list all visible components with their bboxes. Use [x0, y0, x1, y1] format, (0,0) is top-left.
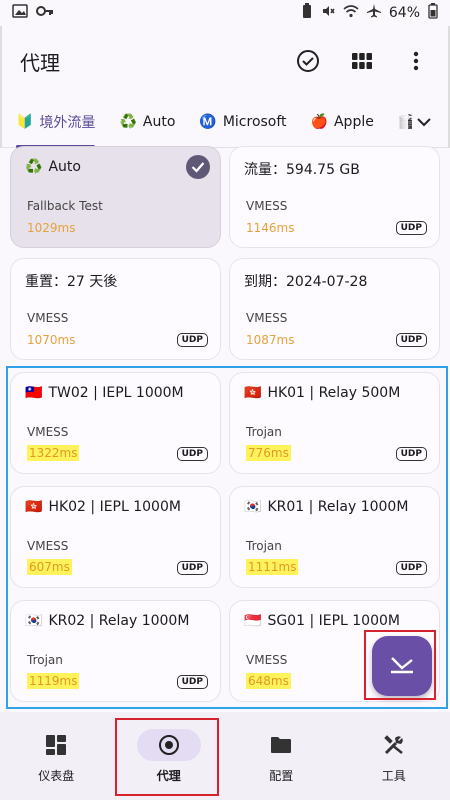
battery-icon — [428, 3, 438, 23]
udp-badge: UDP — [176, 675, 208, 689]
more-vert-icon[interactable] — [402, 47, 430, 75]
m-circle-icon: Ⓜ️ — [199, 113, 217, 130]
proxy-type: VMESS — [246, 199, 288, 213]
mute-icon — [321, 4, 335, 22]
latency-value: 1070ms — [27, 333, 76, 347]
latency-value: 607ms — [27, 559, 72, 575]
nav-proxy[interactable]: 代理 — [113, 712, 226, 800]
proxy-icon — [136, 728, 201, 761]
proxy-card-auto[interactable]: ♻️ Auto Fallback Test 1029ms — [10, 146, 221, 248]
airplane-icon — [366, 4, 381, 22]
proxy-name: 到期：2024-07-28 — [244, 274, 368, 290]
nav-profiles[interactable]: 配置 — [225, 712, 338, 800]
proxy-name: 流量：594.75 GB — [244, 162, 360, 178]
selected-check-icon — [186, 155, 210, 179]
app-bar: 代理 — [0, 26, 450, 96]
proxy-card[interactable]: 🇹🇼 TW02 | IEPL 1000M VMESS 1322ms UDP — [10, 372, 221, 474]
proxy-type: Fallback Test — [27, 199, 103, 213]
status-bar: 64% — [0, 0, 450, 26]
tab-auto[interactable]: ♻️ Auto — [119, 96, 175, 148]
tab-label: 境外流量 — [39, 114, 96, 131]
recycle-icon: ♻️ — [119, 113, 137, 130]
udp-badge: UDP — [395, 221, 427, 235]
nav-label: 代理 — [156, 768, 181, 783]
proxy-card[interactable]: 重置：27 天後 VMESS 1070ms UDP — [10, 258, 221, 360]
tab-apple[interactable]: 🍎 Apple — [311, 96, 374, 148]
grid-view-icon[interactable] — [348, 47, 376, 75]
tab-fade — [378, 96, 408, 148]
proxy-type: Trojan — [246, 425, 282, 439]
page-title: 代理 — [20, 50, 60, 75]
dashboard-icon — [24, 729, 88, 761]
latency-value: 776ms — [246, 445, 291, 461]
group-tabs: 🔰 境外流量 ♻️ Auto Ⓜ️ Microsoft 🍎 Apple 🎬 Y — [0, 96, 450, 148]
proxy-type: VMESS — [27, 311, 69, 325]
latency-value: 1029ms — [27, 221, 76, 235]
battery-percent: 64% — [388, 5, 420, 21]
nav-label: 配置 — [269, 768, 294, 783]
proxy-type: VMESS — [246, 653, 288, 667]
tab-overseas[interactable]: 🔰 境外流量 — [16, 96, 96, 148]
recycle-icon: ♻️ — [25, 159, 43, 175]
proxy-card[interactable]: 到期：2024-07-28 VMESS 1087ms UDP — [229, 258, 440, 360]
nav-tools[interactable]: 工具 — [338, 712, 450, 800]
proxy-type: Trojan — [27, 653, 63, 667]
folder-icon — [249, 729, 313, 761]
wifi-icon — [343, 4, 359, 22]
udp-badge: UDP — [395, 561, 427, 575]
proxy-name: KR02 | Relay 1000M — [48, 613, 190, 629]
proxy-name: HK02 | IEPL 1000M — [48, 499, 181, 515]
tab-label: Microsoft — [222, 113, 287, 130]
proxy-card[interactable]: 流量：594.75 GB VMESS 1146ms UDP — [229, 146, 440, 248]
beginner-icon: 🔰 — [16, 113, 34, 130]
tools-icon — [362, 729, 426, 761]
nav-dashboard[interactable]: 仪表盘 — [0, 712, 113, 800]
proxy-name: 重置：27 天後 — [25, 274, 118, 290]
udp-badge: UDP — [176, 447, 208, 461]
sg-flag-icon: 🇸🇬 — [244, 613, 262, 629]
proxy-type: Trojan — [246, 539, 282, 553]
proxy-name: SG01 | IEPL 1000M — [267, 613, 400, 629]
kr-flag-icon: 🇰🇷 — [244, 499, 262, 515]
battery-saver-icon — [301, 3, 313, 23]
key-icon — [36, 5, 54, 21]
apple-icon: 🍎 — [310, 113, 328, 130]
proxy-card[interactable]: 🇰🇷 KR02 | Relay 1000M Trojan 1119ms UDP — [10, 600, 221, 702]
udp-badge: UDP — [176, 333, 208, 347]
proxy-type: VMESS — [246, 311, 288, 325]
proxy-type: VMESS — [27, 425, 69, 439]
tw-flag-icon: 🇹🇼 — [25, 385, 43, 401]
latency-value: 1322ms — [27, 445, 80, 461]
nav-label: 工具 — [381, 768, 406, 783]
nav-label: 仪表盘 — [38, 768, 75, 783]
proxy-name: TW02 | IEPL 1000M — [48, 385, 184, 401]
tab-microsoft[interactable]: Ⓜ️ Microsoft — [199, 96, 286, 148]
proxy-type: VMESS — [27, 539, 69, 553]
image-icon — [12, 4, 28, 22]
udp-badge: UDP — [395, 333, 427, 347]
tab-label: Apple — [333, 113, 374, 130]
proxy-name: HK01 | Relay 500M — [267, 385, 401, 401]
latency-value: 1119ms — [27, 673, 80, 689]
speed-test-icon — [389, 654, 415, 678]
latency-value: 1087ms — [246, 333, 295, 347]
latency-value: 648ms — [246, 673, 291, 689]
tab-label: Auto — [142, 113, 176, 130]
proxy-name: Auto — [48, 159, 81, 175]
latency-value: 1111ms — [246, 559, 299, 575]
latency-value: 1146ms — [246, 221, 295, 235]
kr-flag-icon: 🇰🇷 — [25, 613, 43, 629]
proxy-card[interactable]: 🇰🇷 KR01 | Relay 1000M Trojan 1111ms UDP — [229, 486, 440, 588]
udp-badge: UDP — [395, 447, 427, 461]
proxy-name: KR01 | Relay 1000M — [267, 499, 409, 515]
hk-flag-icon: 🇭🇰 — [244, 385, 262, 401]
udp-badge: UDP — [176, 561, 208, 575]
bottom-navigation: 仪表盘 代理 配置 工具 — [0, 712, 450, 800]
chevron-down-icon[interactable] — [412, 110, 436, 134]
hk-flag-icon: 🇭🇰 — [25, 499, 43, 515]
latency-test-button[interactable] — [372, 636, 432, 696]
proxy-card[interactable]: 🇭🇰 HK02 | IEPL 1000M VMESS 607ms UDP — [10, 486, 221, 588]
proxy-card[interactable]: 🇭🇰 HK01 | Relay 500M Trojan 776ms UDP — [229, 372, 440, 474]
check-circle-icon[interactable] — [294, 47, 322, 75]
